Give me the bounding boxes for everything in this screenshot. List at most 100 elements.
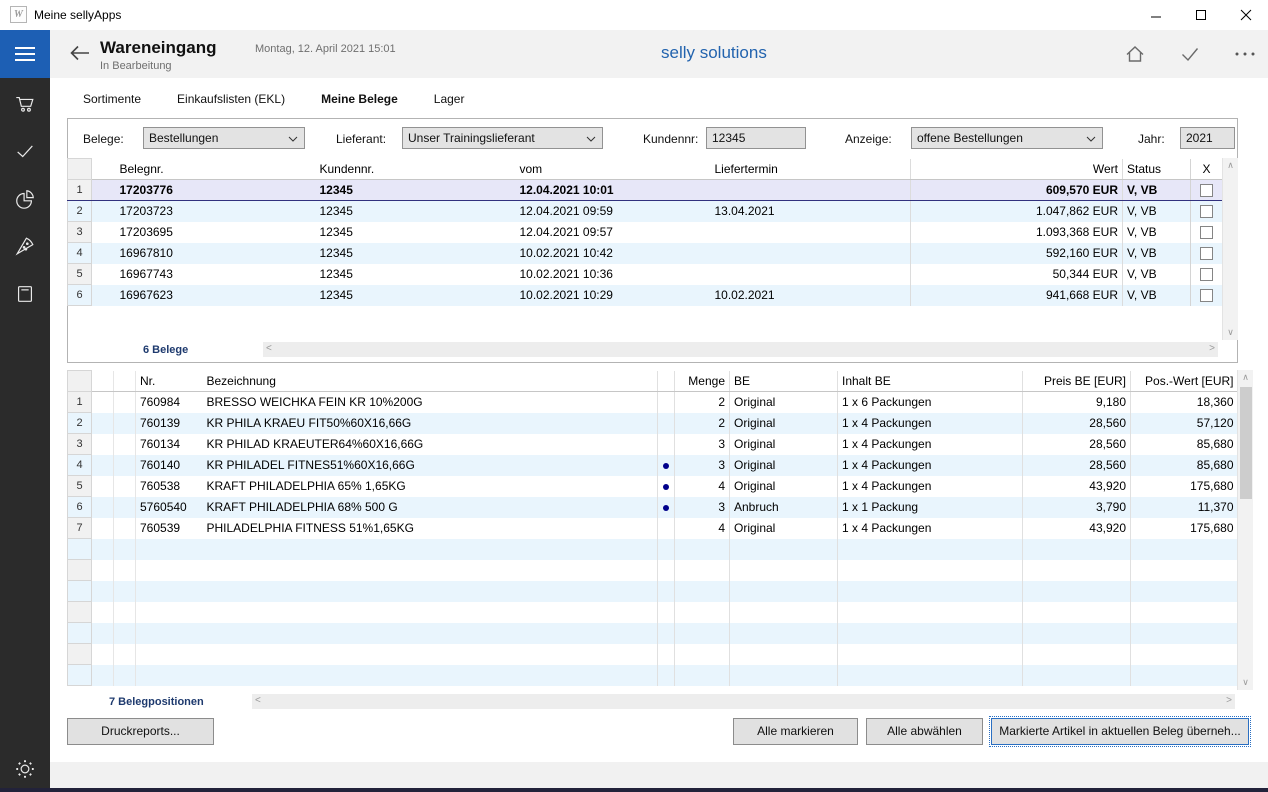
scroll-left-icon[interactable]: < xyxy=(266,343,272,354)
position-row[interactable]: 5760538KRAFT PHILADELPHIA 65% 1,65KG4Ori… xyxy=(68,476,1238,497)
positions-horizontal-scrollbar[interactable]: < > xyxy=(252,694,1235,709)
cell-status: V, VB xyxy=(1123,264,1191,285)
scroll-up-icon[interactable]: ∧ xyxy=(1238,372,1253,383)
order-row[interactable]: 6169676231234510.02.2021 10:2910.02.2021… xyxy=(68,285,1223,306)
pizza-icon[interactable] xyxy=(14,235,36,257)
close-button[interactable] xyxy=(1223,0,1268,30)
row-checkbox[interactable] xyxy=(1200,289,1213,302)
cell-status: V, VB xyxy=(1123,243,1191,264)
row-number[interactable]: 5 xyxy=(68,476,92,497)
row-number[interactable]: 1 xyxy=(68,392,92,413)
col-liefertermin[interactable]: Liefertermin xyxy=(711,159,911,180)
druckreports-button[interactable]: Druckreports... xyxy=(67,718,214,745)
col-menge[interactable]: Menge xyxy=(675,371,730,392)
row-number[interactable]: 7 xyxy=(68,518,92,539)
tab-sortimente[interactable]: Sortimente xyxy=(83,92,141,106)
order-row[interactable]: 4169678101234510.02.2021 10:42592,160 EU… xyxy=(68,243,1223,264)
minimize-button[interactable] xyxy=(1133,0,1178,30)
tab-meine-belege[interactable]: Meine Belege xyxy=(321,92,398,106)
position-row[interactable]: 1760984BRESSO WEICHKA FEIN KR 10%200G2Or… xyxy=(68,392,1238,413)
order-row[interactable]: 2172037231234512.04.2021 09:5913.04.2021… xyxy=(68,201,1223,222)
order-row[interactable]: 1172037761234512.04.2021 10:01609,570 EU… xyxy=(68,180,1223,201)
col-status[interactable]: Status xyxy=(1123,159,1191,180)
row-checkbox[interactable] xyxy=(1200,226,1213,239)
lieferant-select[interactable]: Unser Trainingslieferant xyxy=(402,127,603,149)
row-number[interactable]: 4 xyxy=(68,455,92,476)
cell-kundennr: 12345 xyxy=(316,285,516,306)
maximize-button[interactable] xyxy=(1178,0,1223,30)
alle-abwaehlen-button[interactable]: Alle abwählen xyxy=(866,718,983,745)
row-number[interactable]: 5 xyxy=(68,264,92,285)
cell-inhalt-be: 1 x 4 Packungen xyxy=(838,434,1023,455)
cell-pos-wert: 85,680 xyxy=(1131,434,1238,455)
row-number[interactable]: 3 xyxy=(68,434,92,455)
col-be[interactable]: BE xyxy=(730,371,838,392)
scrollbar-thumb[interactable] xyxy=(1240,387,1252,499)
positions-vertical-scrollbar[interactable]: ∧ ∨ xyxy=(1237,370,1253,690)
settings-gear-icon[interactable] xyxy=(14,758,36,780)
row-checkbox[interactable] xyxy=(1200,205,1213,218)
uebernehmen-button[interactable]: Markierte Artikel in aktuellen Beleg übe… xyxy=(991,718,1249,745)
order-row[interactable]: 3172036951234512.04.2021 09:571.093,368 … xyxy=(68,222,1223,243)
scroll-up-icon[interactable]: ∧ xyxy=(1223,160,1238,171)
cart-icon[interactable] xyxy=(14,93,36,115)
cell-be: Original xyxy=(730,413,838,434)
col-inhalt-be[interactable]: Inhalt BE xyxy=(838,371,1023,392)
home-button[interactable] xyxy=(1123,42,1147,66)
scroll-right-icon[interactable]: > xyxy=(1226,695,1232,706)
col-pos-wert[interactable]: Pos.-Wert [EUR] xyxy=(1131,371,1238,392)
tab-bar: Sortimente Einkaufslisten (EKL) Meine Bele… xyxy=(83,92,500,106)
tab-einkaufslisten-ekl[interactable]: Einkaufslisten (EKL) xyxy=(177,92,285,106)
confirm-button[interactable] xyxy=(1178,42,1202,66)
col-vom[interactable]: vom xyxy=(516,159,711,180)
more-options-button[interactable] xyxy=(1233,46,1257,70)
menu-button[interactable] xyxy=(0,30,50,78)
position-row[interactable]: 3760134KR PHILAD KRAEUTER64%60X16,66G3Or… xyxy=(68,434,1238,455)
row-checkbox[interactable] xyxy=(1200,247,1213,260)
cell-nr: 760984 xyxy=(136,392,203,413)
pie-chart-icon[interactable] xyxy=(14,188,36,210)
cell-status: V, VB xyxy=(1123,180,1191,201)
home-icon xyxy=(1123,42,1147,66)
jahr-input[interactable]: 2021 xyxy=(1180,127,1235,149)
position-row[interactable]: 7760539PHILADELPHIA FITNESS 51%1,65KG4Or… xyxy=(68,518,1238,539)
col-nr[interactable]: Nr. xyxy=(136,371,203,392)
empty-row xyxy=(68,602,1238,623)
row-number[interactable]: 2 xyxy=(68,413,92,434)
orders-horizontal-scrollbar[interactable]: < > xyxy=(263,342,1218,357)
scroll-right-icon[interactable]: > xyxy=(1209,343,1215,354)
scroll-down-icon[interactable]: ∨ xyxy=(1223,327,1238,338)
alle-markieren-button[interactable]: Alle markieren xyxy=(733,718,858,745)
orders-vertical-scrollbar[interactable]: ∧ ∨ xyxy=(1222,158,1238,340)
minimize-icon xyxy=(1150,9,1162,21)
cell-menge: 2 xyxy=(675,392,730,413)
row-number[interactable]: 1 xyxy=(68,180,92,201)
row-number[interactable]: 6 xyxy=(68,497,92,518)
scroll-down-icon[interactable]: ∨ xyxy=(1238,677,1253,688)
col-kundennr[interactable]: Kundennr. xyxy=(316,159,516,180)
col-bezeichnung[interactable]: Bezeichnung xyxy=(203,371,658,392)
row-number[interactable]: 6 xyxy=(68,285,92,306)
order-row[interactable]: 5169677431234510.02.2021 10:3650,344 EUR… xyxy=(68,264,1223,285)
col-checkbox[interactable]: X xyxy=(1191,159,1223,180)
col-belegnr[interactable]: Belegnr. xyxy=(116,159,316,180)
col-wert[interactable]: Wert xyxy=(911,159,1123,180)
col-preis-be[interactable]: Preis BE [EUR] xyxy=(1023,371,1131,392)
anzeige-select[interactable]: offene Bestellungen xyxy=(911,127,1103,149)
position-row[interactable]: 4760140KR PHILADEL FITNES51%60X16,66G3Or… xyxy=(68,455,1238,476)
row-checkbox[interactable] xyxy=(1200,268,1213,281)
position-row[interactable]: 2760139KR PHILA KRAEU FIT50%60X16,66G2Or… xyxy=(68,413,1238,434)
row-number[interactable]: 2 xyxy=(68,201,92,222)
belege-select[interactable]: Bestellungen xyxy=(143,127,305,149)
row-number[interactable]: 4 xyxy=(68,243,92,264)
row-checkbox[interactable] xyxy=(1200,184,1213,197)
checkmark-icon[interactable] xyxy=(14,140,36,162)
tab-lager[interactable]: Lager xyxy=(434,92,465,106)
scroll-left-icon[interactable]: < xyxy=(255,695,261,706)
back-button[interactable] xyxy=(68,43,92,65)
cell-preis-be: 28,560 xyxy=(1023,455,1131,476)
position-row[interactable]: 65760540KRAFT PHILADELPHIA 68% 500 G3Anb… xyxy=(68,497,1238,518)
book-icon[interactable] xyxy=(14,283,36,305)
kundennr-input[interactable]: 12345 xyxy=(706,127,806,149)
row-number[interactable]: 3 xyxy=(68,222,92,243)
